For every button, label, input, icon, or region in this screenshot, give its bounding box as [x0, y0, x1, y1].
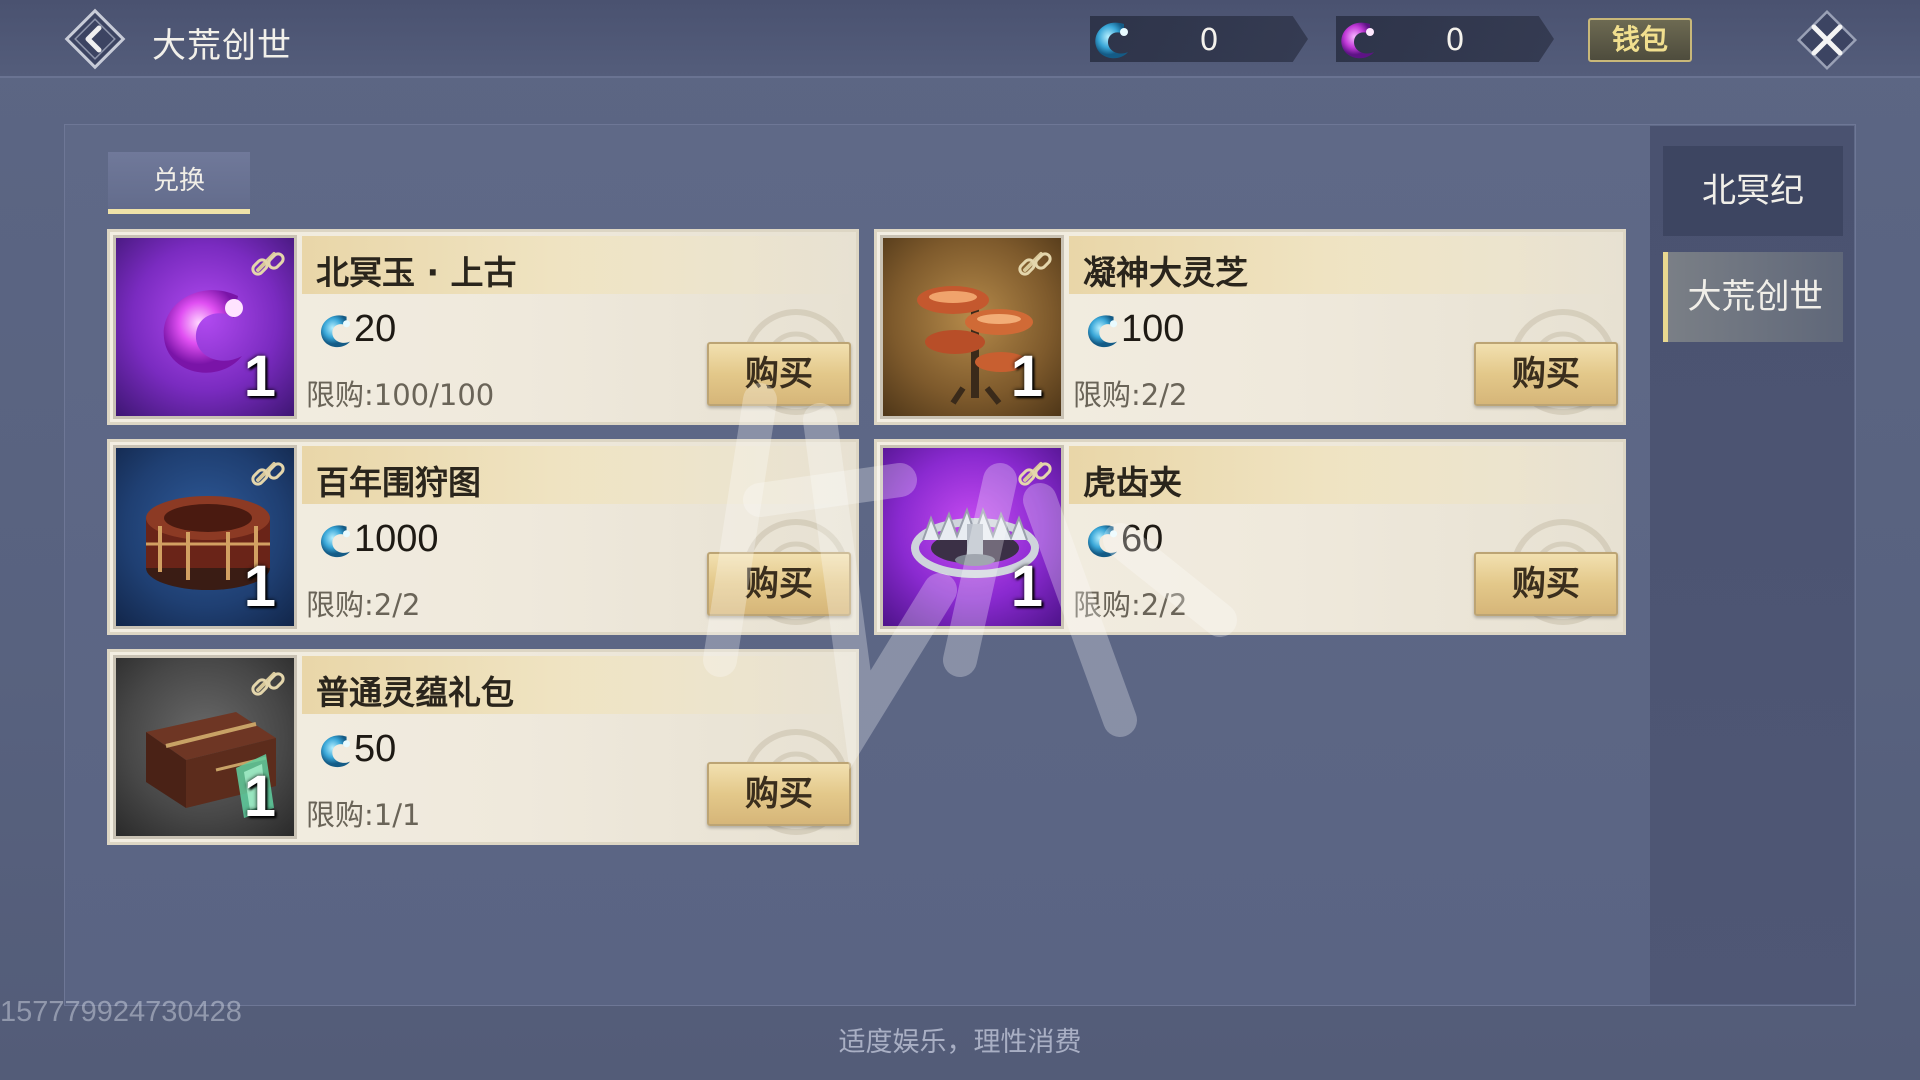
item-thumbnail[interactable]: 1 — [880, 445, 1064, 629]
item-quantity: 1 — [243, 554, 276, 619]
shop-item-card: 1 普通灵蕴礼包 50 限购:1/1 购买 — [107, 649, 859, 845]
item-name: 北冥玉 · 上古 — [316, 253, 517, 292]
item-name: 虎齿夹 — [1083, 463, 1182, 502]
item-name: 凝神大灵芝 — [1083, 253, 1248, 292]
currency-blue-value: 0 — [1199, 23, 1219, 58]
item-purchase-limit: 限购:2/2 — [1073, 588, 1188, 622]
shop-item-card: 1 北冥玉 · 上古 20 限购:100/100 购买 — [107, 229, 859, 425]
item-quantity: 1 — [243, 344, 276, 409]
item-name-bar: 凝神大灵芝 — [1069, 236, 1623, 294]
sidebar-item-beiming[interactable]: 北冥纪 — [1663, 146, 1843, 236]
shop-item-card: 1 虎齿夹 60 限购:2/2 购买 — [874, 439, 1626, 635]
buy-button[interactable]: 购买 — [707, 762, 851, 826]
item-thumbnail[interactable]: 1 — [113, 445, 297, 629]
item-name: 百年围狩图 — [316, 463, 481, 502]
back-arrow-icon — [64, 8, 126, 70]
shop-item-card: 1 凝神大灵芝 100 限购:2/2 购买 — [874, 229, 1626, 425]
close-button[interactable] — [1790, 4, 1864, 76]
bound-link-icon — [251, 462, 285, 486]
item-price-value: 50 — [354, 728, 397, 770]
buy-button[interactable]: 购买 — [1474, 552, 1618, 616]
item-purchase-limit: 限购:100/100 — [306, 378, 495, 412]
purple-jade-currency-icon — [1341, 22, 1374, 59]
buy-button[interactable]: 购买 — [1474, 342, 1618, 406]
item-price-value: 60 — [1121, 518, 1164, 560]
currency-blue-display: 0 — [1090, 16, 1308, 62]
bound-link-icon — [1018, 462, 1052, 486]
close-icon — [1796, 9, 1858, 71]
item-price-value: 1000 — [354, 518, 439, 560]
blue-jade-currency-icon — [321, 735, 351, 768]
blue-jade-currency-icon — [1088, 315, 1118, 348]
back-button[interactable] — [62, 6, 128, 72]
item-purchase-limit: 限购:1/1 — [306, 798, 421, 832]
item-quantity: 1 — [1010, 554, 1043, 619]
currency-purple-value: 0 — [1445, 23, 1465, 58]
blue-jade-currency-icon — [1095, 22, 1128, 59]
item-thumbnail[interactable]: 1 — [880, 235, 1064, 419]
wallet-button[interactable]: 钱包 — [1588, 18, 1692, 62]
sidebar-item-dahuang[interactable]: 大荒创世 — [1663, 252, 1843, 342]
moderation-notice: 适度娱乐，理性消费 — [838, 1027, 1082, 1058]
blue-jade-currency-icon — [1088, 525, 1118, 558]
currency-purple-display: 0 — [1336, 16, 1554, 62]
item-thumbnail[interactable]: 1 — [113, 235, 297, 419]
item-name-bar: 普通灵蕴礼包 — [302, 656, 856, 714]
buy-button[interactable]: 购买 — [707, 552, 851, 616]
tab-exchange[interactable]: 兑换 — [108, 152, 250, 214]
item-purchase-limit: 限购:2/2 — [306, 588, 421, 622]
top-bar: 大荒创世 0 0 钱包 — [0, 0, 1920, 78]
item-name-bar: 北冥玉 · 上古 — [302, 236, 856, 294]
bound-link-icon — [1018, 252, 1052, 276]
item-name-bar: 百年围狩图 — [302, 446, 856, 504]
item-name-bar: 虎齿夹 — [1069, 446, 1623, 504]
blue-jade-currency-icon — [321, 315, 351, 348]
blue-jade-currency-icon — [321, 525, 351, 558]
bound-link-icon — [251, 672, 285, 696]
item-name: 普通灵蕴礼包 — [316, 673, 514, 712]
item-thumbnail[interactable]: 1 — [113, 655, 297, 839]
item-quantity: 1 — [1010, 344, 1043, 409]
bound-link-icon — [251, 252, 285, 276]
item-price-value: 100 — [1121, 308, 1185, 350]
page-title: 大荒创世 — [152, 26, 292, 66]
item-price-value: 20 — [354, 308, 397, 350]
item-purchase-limit: 限购:2/2 — [1073, 378, 1188, 412]
shop-item-card: 1 百年围狩图 1000 限购:2/2 购买 — [107, 439, 859, 635]
item-quantity: 1 — [243, 764, 276, 829]
buy-button[interactable]: 购买 — [707, 342, 851, 406]
